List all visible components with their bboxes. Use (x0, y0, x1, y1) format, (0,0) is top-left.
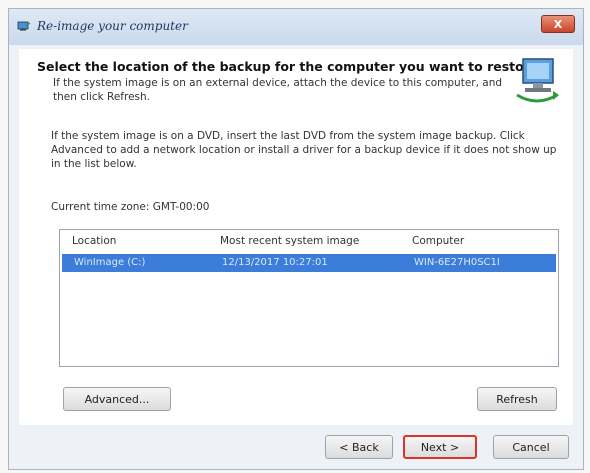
column-header-computer[interactable]: Computer (412, 235, 464, 247)
header-title: Select the location of the backup for th… (37, 59, 539, 74)
dialog-window: Re-image your computer X Select the loca… (8, 8, 584, 470)
row-computer: WIN-6E27H0SC1I (414, 257, 500, 268)
row-date: 12/13/2017 10:27:01 (222, 257, 328, 268)
advanced-button[interactable]: Advanced... (63, 387, 171, 411)
cancel-button[interactable]: Cancel (493, 435, 569, 459)
window-title: Re-image your computer (37, 19, 188, 33)
backup-list[interactable]: Location Most recent system image Comput… (59, 229, 559, 367)
next-button[interactable]: Next > (403, 435, 477, 459)
column-header-date[interactable]: Most recent system image (220, 235, 359, 247)
header-panel: Select the location of the backup for th… (19, 49, 573, 117)
timezone-label: Current time zone: GMT-00:00 (51, 201, 210, 213)
list-header: Location Most recent system image Comput… (60, 230, 558, 252)
table-row[interactable]: WinImage (C:) 12/13/2017 10:27:01 WIN-6E… (62, 254, 556, 272)
computer-restore-icon (516, 58, 559, 103)
content-panel: If the system image is on a DVD, insert … (19, 117, 573, 427)
refresh-button[interactable]: Refresh (477, 387, 557, 411)
footer-bar: < Back Next > Cancel (9, 425, 583, 469)
close-button[interactable]: X (541, 15, 575, 33)
header-subtitle: If the system image is on an external de… (53, 77, 503, 103)
row-location: WinImage (C:) (74, 257, 146, 268)
column-header-location[interactable]: Location (72, 235, 116, 247)
restore-icon (17, 21, 31, 31)
title-bar: Re-image your computer X (9, 9, 583, 45)
back-button[interactable]: < Back (325, 435, 393, 459)
instructions-text: If the system image is on a DVD, insert … (51, 130, 557, 170)
